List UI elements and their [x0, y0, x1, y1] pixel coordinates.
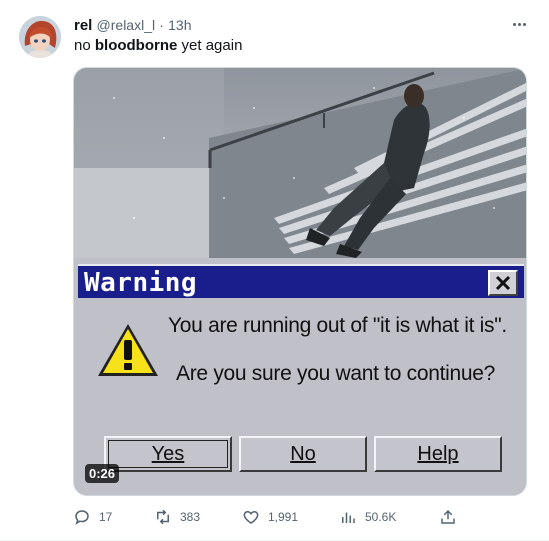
- reply-count: 17: [99, 510, 113, 524]
- video-duration: 0:26: [85, 464, 120, 483]
- dialog-message-line1: You are running out of "it is what it is…: [168, 314, 507, 337]
- tweet[interactable]: rel @relaxl_l · 13h no bloodborne yet ag…: [0, 0, 549, 541]
- like-button[interactable]: 1,991: [242, 506, 298, 528]
- avatar[interactable]: [19, 16, 61, 58]
- snow-stairs-scene: [74, 68, 526, 258]
- no-button[interactable]: No: [239, 436, 367, 472]
- views-count: 50.6K: [365, 510, 397, 524]
- views-icon: [342, 512, 355, 523]
- yes-button-label: Yes: [151, 442, 185, 465]
- repost-button[interactable]: 383: [154, 506, 200, 528]
- like-count: 1,991: [268, 510, 299, 524]
- reply-button[interactable]: 17: [73, 506, 112, 528]
- close-icon[interactable]: [488, 270, 518, 296]
- share-icon: [441, 509, 455, 524]
- tweet-header: rel @relaxl_l · 13h: [74, 15, 191, 36]
- views-button[interactable]: 50.6K: [339, 506, 396, 528]
- no-button-label: No: [290, 442, 316, 465]
- tweet-text: no bloodborne yet again: [74, 36, 242, 56]
- reply-icon: [75, 510, 89, 525]
- share-button[interactable]: [439, 506, 457, 528]
- help-button[interactable]: Help: [374, 436, 502, 472]
- separator: ·: [159, 17, 164, 33]
- display-name[interactable]: rel: [74, 17, 92, 34]
- like-icon: [243, 510, 259, 524]
- repost-icon: [157, 509, 169, 525]
- yes-button[interactable]: Yes: [104, 436, 232, 472]
- help-button-label: Help: [417, 442, 459, 465]
- tweet-text-after: yet again: [177, 37, 243, 54]
- action-bar: 17 383 1,991 50.6K: [73, 506, 473, 528]
- tweet-text-before: no: [74, 37, 95, 54]
- dialog-message-line2: Are you sure you want to continue?: [176, 362, 496, 385]
- user-handle[interactable]: @relaxl_l: [97, 17, 156, 33]
- video-player[interactable]: Warning You are running out of "it is wh…: [73, 67, 527, 496]
- tweet-text-bold: bloodborne: [94, 37, 178, 54]
- timestamp[interactable]: 13h: [168, 17, 191, 33]
- repost-count: 383: [180, 510, 201, 524]
- dialog-title: Warning: [84, 268, 198, 298]
- warning-icon: [98, 324, 158, 376]
- more-icon[interactable]: [509, 14, 529, 34]
- dialog-titlebar: Warning: [78, 264, 524, 298]
- warning-dialog: Warning You are running out of "it is wh…: [74, 258, 526, 495]
